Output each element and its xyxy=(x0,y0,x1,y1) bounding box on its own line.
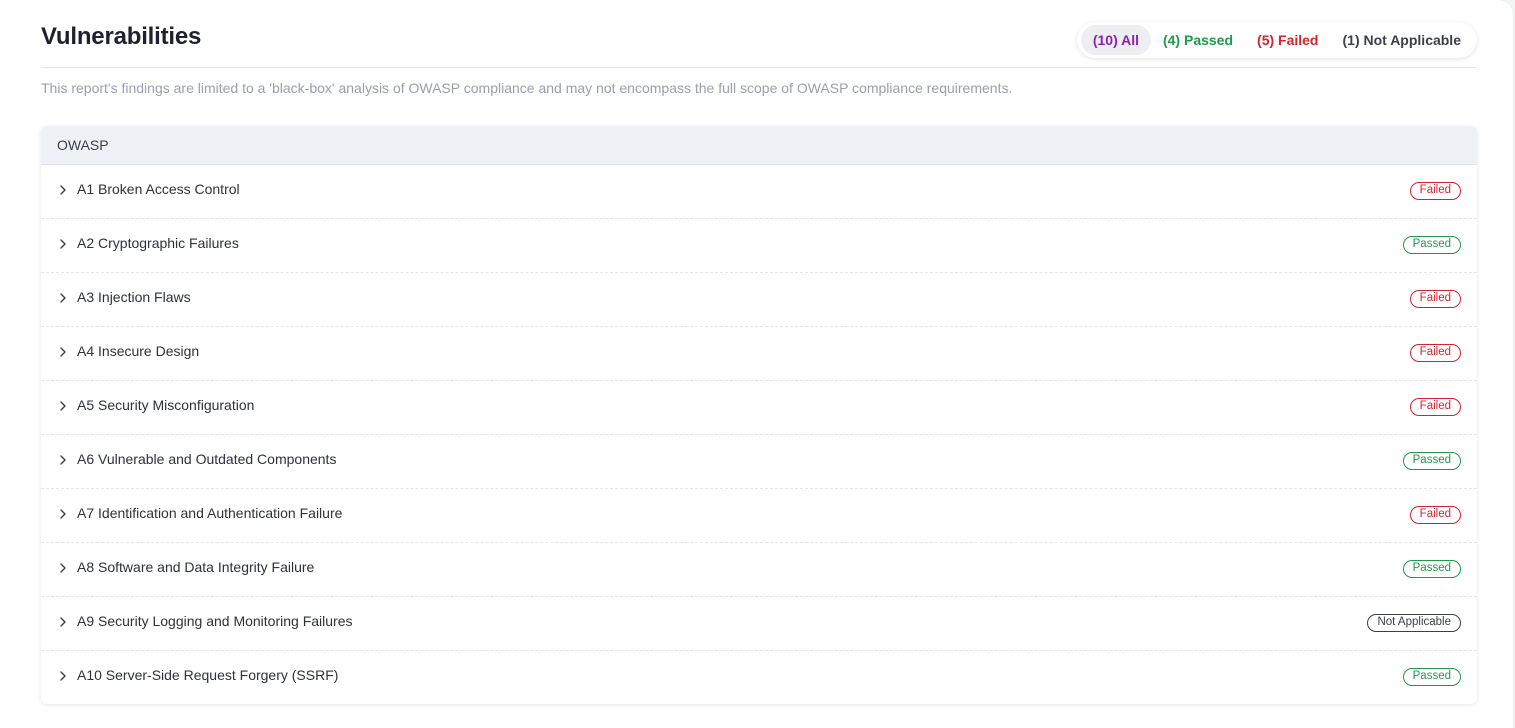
page-title: Vulnerabilities xyxy=(41,23,202,50)
filter-passed[interactable]: (4) Passed xyxy=(1151,25,1245,55)
table-row[interactable]: A6 Vulnerable and Outdated Components Pas… xyxy=(41,435,1477,489)
table-row[interactable]: A10 Server-Side Request Forgery (SSRF) Pa… xyxy=(41,651,1477,704)
chevron-right-icon[interactable] xyxy=(58,237,68,251)
row-label: A5 Security Misconfiguration xyxy=(77,397,255,413)
filter-all[interactable]: (10) All xyxy=(1080,25,1151,55)
table-row[interactable]: A5 Security Misconfiguration Failed xyxy=(41,381,1477,435)
row-label: A4 Insecure Design xyxy=(77,343,200,359)
chevron-right-icon[interactable] xyxy=(58,453,68,467)
filter-failed[interactable]: (5) Failed xyxy=(1245,25,1330,55)
status-badge: Failed xyxy=(1409,506,1461,524)
chevron-right-icon[interactable] xyxy=(58,399,68,413)
chevron-right-icon[interactable] xyxy=(58,183,68,197)
chevron-right-icon[interactable] xyxy=(58,561,68,575)
row-label: A7 Identification and Authentication Fai… xyxy=(77,505,343,521)
header-divider xyxy=(41,67,1476,68)
table-row[interactable]: A2 Cryptographic Failures Passed xyxy=(41,219,1477,273)
status-badge: Passed xyxy=(1402,560,1461,578)
row-label: A8 Software and Data Integrity Failure xyxy=(77,559,315,575)
table-row[interactable]: A9 Security Logging and Monitoring Failu… xyxy=(41,597,1477,651)
table-row[interactable]: A7 Identification and Authentication Fai… xyxy=(41,489,1477,543)
row-label: A10 Server-Side Request Forgery (SSRF) xyxy=(77,667,339,683)
row-label: A9 Security Logging and Monitoring Failu… xyxy=(77,613,353,629)
chevron-right-icon[interactable] xyxy=(58,507,68,521)
row-label: A3 Injection Flaws xyxy=(77,289,191,305)
status-badge: Failed xyxy=(1409,290,1461,308)
table-row[interactable]: A8 Software and Data Integrity Failure Pa… xyxy=(41,543,1477,597)
row-label: A1 Broken Access Control xyxy=(77,181,240,197)
status-badge: Failed xyxy=(1409,344,1461,362)
chevron-right-icon[interactable] xyxy=(58,669,68,683)
table-row[interactable]: A4 Insecure Design Failed xyxy=(41,327,1477,381)
disclaimer-text: This report's findings are limited to a … xyxy=(41,80,1013,96)
status-badge: Not Applicable xyxy=(1367,614,1461,632)
owasp-table: OWASP A1 Broken Access Control Failed A2 C… xyxy=(41,126,1477,704)
row-label: A6 Vulnerable and Outdated Components xyxy=(77,451,337,467)
status-badge: Passed xyxy=(1402,668,1461,686)
table-header: OWASP xyxy=(41,126,1477,165)
chevron-right-icon[interactable] xyxy=(58,615,68,629)
status-badge: Passed xyxy=(1402,236,1461,254)
chevron-right-icon[interactable] xyxy=(58,291,68,305)
status-badge: Failed xyxy=(1409,398,1461,416)
table-row[interactable]: A1 Broken Access Control Failed xyxy=(41,165,1477,219)
filter-not-applicable[interactable]: (1) Not Applicable xyxy=(1331,25,1474,55)
vulnerabilities-panel: Vulnerabilities (10) All (4) Passed (5) Fa… xyxy=(0,0,1513,728)
status-filter-group: (10) All (4) Passed (5) Failed (1) Not Appl… xyxy=(1076,22,1477,58)
status-badge: Passed xyxy=(1402,452,1461,470)
row-label: A2 Cryptographic Failures xyxy=(77,235,239,251)
table-row[interactable]: A3 Injection Flaws Failed xyxy=(41,273,1477,327)
table-body: A1 Broken Access Control Failed A2 Cryptog… xyxy=(41,165,1477,704)
chevron-right-icon[interactable] xyxy=(58,345,68,359)
status-badge: Failed xyxy=(1409,182,1461,200)
